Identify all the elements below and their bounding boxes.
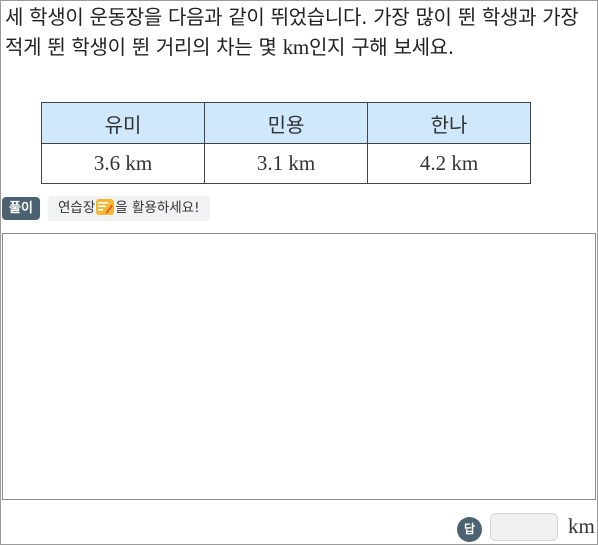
table-cell: 3.1 km <box>204 143 368 184</box>
question-part2: 인지 구해 보세요. <box>308 35 454 59</box>
table-header-cell: 한나 <box>367 102 531 144</box>
hint-prefix: 연습장 <box>58 200 96 216</box>
solution-work-area[interactable] <box>2 233 596 500</box>
hint-suffix: 을 활용하세요! <box>115 200 200 216</box>
table-cell: 3.6 km <box>41 143 205 184</box>
notepad-pencil-icon[interactable] <box>96 199 115 215</box>
table-row: 3.6 km 3.1 km 4.2 km <box>41 143 531 184</box>
question-unit: km <box>282 35 310 59</box>
answer-unit: km <box>568 514 595 538</box>
notepad-hint[interactable]: 연습장 을 활용하세요! <box>48 196 210 221</box>
table-cell: 4.2 km <box>367 143 531 184</box>
question-text: 세 학생이 운동장을 다음과 같이 뛰었습니다. 가장 많이 뛴 학생과 가장 … <box>5 2 593 62</box>
table-header-cell: 유미 <box>41 102 205 144</box>
solution-badge: 풀이 <box>2 197 40 220</box>
table-header-cell: 민용 <box>204 102 368 144</box>
distance-table: 유미 민용 한나 3.6 km 3.1 km 4.2 km <box>41 102 531 184</box>
answer-input[interactable] <box>490 513 558 541</box>
answer-badge: 답 <box>457 517 482 542</box>
table-header-row: 유미 민용 한나 <box>41 102 531 144</box>
